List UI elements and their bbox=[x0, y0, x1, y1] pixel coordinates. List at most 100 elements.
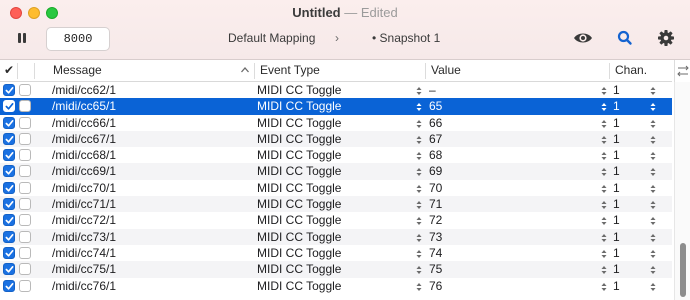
secondary-checkbox[interactable] bbox=[19, 246, 31, 259]
event-type-stepper-icon[interactable] bbox=[416, 85, 422, 95]
value-cell[interactable]: 69 bbox=[429, 163, 442, 179]
secondary-checkbox[interactable] bbox=[19, 214, 31, 227]
message-cell[interactable]: /midi/cc65/1 bbox=[52, 98, 116, 114]
enabled-checkbox[interactable] bbox=[3, 116, 15, 129]
header-event-type[interactable]: Event Type bbox=[256, 60, 416, 82]
pause-icon[interactable] bbox=[15, 31, 29, 45]
column-toggle-icon[interactable] bbox=[674, 60, 690, 82]
value-stepper-icon[interactable] bbox=[601, 101, 607, 112]
enabled-checkbox[interactable] bbox=[3, 149, 15, 162]
event-type-cell[interactable]: MIDI CC Toggle bbox=[257, 115, 341, 131]
value-cell[interactable]: 65 bbox=[429, 98, 442, 114]
secondary-checkbox[interactable] bbox=[19, 198, 31, 211]
event-type-stepper-icon[interactable] bbox=[416, 183, 422, 193]
table-row[interactable]: /midi/cc66/1 MIDI CC Toggle 66 1 bbox=[0, 115, 672, 131]
value-cell[interactable]: 66 bbox=[429, 115, 442, 131]
secondary-checkbox[interactable] bbox=[19, 84, 31, 96]
channel-stepper-icon[interactable] bbox=[650, 248, 656, 258]
value-cell[interactable]: 67 bbox=[429, 131, 442, 147]
channel-stepper-icon[interactable] bbox=[650, 232, 656, 242]
scrollbar-thumb[interactable] bbox=[680, 243, 686, 297]
enabled-checkbox[interactable] bbox=[3, 246, 15, 259]
value-stepper-icon[interactable] bbox=[601, 281, 607, 291]
channel-cell[interactable]: 1 bbox=[613, 229, 620, 245]
channel-stepper-icon[interactable] bbox=[650, 166, 656, 177]
event-type-cell[interactable]: MIDI CC Toggle bbox=[257, 98, 341, 114]
value-stepper-icon[interactable] bbox=[601, 215, 607, 226]
header-channel[interactable]: Chan. bbox=[611, 60, 666, 82]
channel-cell[interactable]: 1 bbox=[613, 196, 620, 212]
channel-stepper-icon[interactable] bbox=[650, 183, 656, 193]
value-stepper-icon[interactable] bbox=[601, 166, 607, 177]
event-type-cell[interactable]: MIDI CC Toggle bbox=[257, 196, 341, 212]
event-type-stepper-icon[interactable] bbox=[416, 134, 422, 144]
event-type-stepper-icon[interactable] bbox=[416, 150, 422, 161]
value-stepper-icon[interactable] bbox=[601, 150, 607, 161]
table-row[interactable]: /midi/cc67/1 MIDI CC Toggle 67 1 bbox=[0, 130, 672, 148]
secondary-checkbox[interactable] bbox=[19, 116, 31, 129]
value-cell[interactable]: 71 bbox=[429, 196, 442, 212]
channel-stepper-icon[interactable] bbox=[650, 281, 656, 291]
secondary-checkbox[interactable] bbox=[19, 132, 31, 145]
event-type-stepper-icon[interactable] bbox=[416, 232, 422, 242]
table-row[interactable]: /midi/cc68/1 MIDI CC Toggle 68 1 bbox=[0, 147, 672, 163]
event-type-stepper-icon[interactable] bbox=[416, 215, 422, 226]
event-type-cell[interactable]: MIDI CC Toggle bbox=[257, 212, 341, 228]
secondary-checkbox[interactable] bbox=[19, 181, 31, 194]
value-stepper-icon[interactable] bbox=[601, 199, 607, 210]
secondary-checkbox[interactable] bbox=[19, 149, 31, 162]
event-type-cell[interactable]: MIDI CC Toggle bbox=[257, 180, 341, 196]
channel-cell[interactable]: 1 bbox=[613, 163, 620, 179]
message-cell[interactable]: /midi/cc73/1 bbox=[52, 229, 116, 245]
channel-stepper-icon[interactable] bbox=[650, 85, 656, 95]
channel-cell[interactable]: 1 bbox=[613, 131, 620, 147]
event-type-cell[interactable]: MIDI CC Toggle bbox=[257, 278, 341, 294]
message-cell[interactable]: /midi/cc67/1 bbox=[52, 131, 116, 147]
table-row[interactable]: /midi/cc69/1 MIDI CC Toggle 69 1 bbox=[0, 163, 672, 180]
message-cell[interactable]: /midi/cc68/1 bbox=[52, 147, 116, 163]
channel-stepper-icon[interactable] bbox=[650, 150, 656, 161]
channel-cell[interactable]: 1 bbox=[613, 245, 620, 261]
enabled-checkbox[interactable] bbox=[3, 84, 15, 96]
event-type-stepper-icon[interactable] bbox=[416, 281, 422, 291]
table-row[interactable]: /midi/cc62/1 MIDI CC Toggle – 1 bbox=[0, 82, 672, 98]
channel-cell[interactable]: 1 bbox=[613, 212, 620, 228]
table-row[interactable]: /midi/cc73/1 MIDI CC Toggle 73 1 bbox=[0, 228, 672, 245]
event-type-stepper-icon[interactable] bbox=[416, 118, 422, 128]
header-message[interactable]: Message bbox=[49, 60, 249, 82]
header-value[interactable]: Value bbox=[427, 60, 597, 82]
message-cell[interactable]: /midi/cc75/1 bbox=[52, 261, 116, 277]
secondary-checkbox[interactable] bbox=[19, 263, 31, 276]
message-cell[interactable]: /midi/cc74/1 bbox=[52, 245, 116, 261]
event-type-stepper-icon[interactable] bbox=[416, 101, 422, 112]
message-cell[interactable]: /midi/cc62/1 bbox=[52, 82, 116, 98]
event-type-stepper-icon[interactable] bbox=[416, 166, 422, 177]
event-type-stepper-icon[interactable] bbox=[416, 199, 422, 210]
channel-stepper-icon[interactable] bbox=[650, 264, 656, 275]
enabled-checkbox[interactable] bbox=[3, 181, 15, 194]
message-cell[interactable]: /midi/cc71/1 bbox=[52, 196, 116, 212]
enabled-checkbox[interactable] bbox=[3, 279, 15, 292]
enabled-checkbox[interactable] bbox=[3, 198, 15, 211]
enabled-checkbox[interactable] bbox=[3, 132, 15, 145]
table-row[interactable]: /midi/cc75/1 MIDI CC Toggle 75 1 bbox=[0, 261, 672, 278]
snapshot-selector[interactable]: • Snapshot 1 bbox=[372, 31, 440, 45]
event-type-cell[interactable]: MIDI CC Toggle bbox=[257, 229, 341, 245]
enabled-checkbox[interactable] bbox=[3, 165, 15, 178]
event-type-stepper-icon[interactable] bbox=[416, 248, 422, 258]
channel-stepper-icon[interactable] bbox=[650, 199, 656, 210]
channel-stepper-icon[interactable] bbox=[650, 101, 656, 112]
channel-stepper-icon[interactable] bbox=[650, 134, 656, 144]
channel-cell[interactable]: 1 bbox=[613, 147, 620, 163]
table-row[interactable]: /midi/cc70/1 MIDI CC Toggle 70 1 bbox=[0, 180, 672, 196]
channel-cell[interactable]: 1 bbox=[613, 82, 620, 98]
secondary-checkbox[interactable] bbox=[19, 279, 31, 292]
secondary-checkbox[interactable] bbox=[19, 230, 31, 243]
eye-icon[interactable] bbox=[572, 28, 594, 48]
value-cell[interactable]: 72 bbox=[429, 212, 442, 228]
value-stepper-icon[interactable] bbox=[601, 248, 607, 258]
value-cell[interactable]: 75 bbox=[429, 261, 442, 277]
channel-cell[interactable]: 1 bbox=[613, 98, 620, 114]
search-icon[interactable] bbox=[614, 28, 636, 48]
value-stepper-icon[interactable] bbox=[601, 264, 607, 275]
